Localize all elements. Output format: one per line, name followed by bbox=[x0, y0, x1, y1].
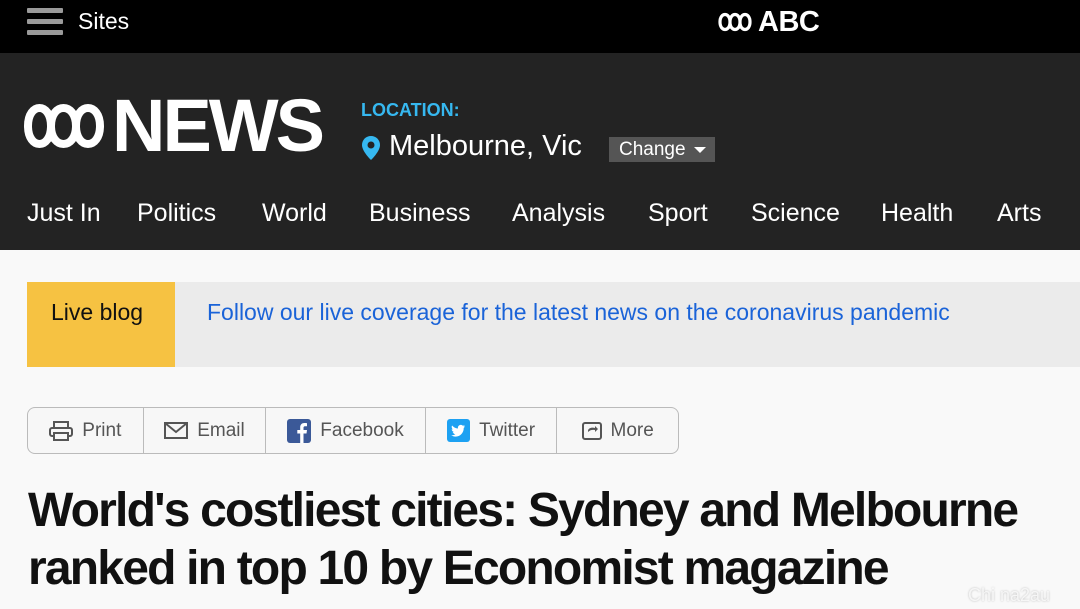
nav-item-analysis[interactable]: Analysis bbox=[512, 199, 605, 228]
more-share-button[interactable]: More bbox=[557, 408, 678, 453]
nav-item-just-in[interactable]: Just In bbox=[27, 199, 101, 228]
location-label: LOCATION: bbox=[361, 100, 460, 120]
watermark-text: Chi na2au bbox=[968, 585, 1051, 605]
main-nav: Just In Politics World Business Analysis… bbox=[0, 199, 1080, 235]
abc-lissajous-large-icon bbox=[24, 104, 104, 148]
abc-news-logo[interactable]: NEWS bbox=[24, 89, 325, 163]
twitter-share-button[interactable]: Twitter bbox=[426, 408, 558, 453]
caret-down-icon bbox=[694, 147, 706, 153]
change-label: Change bbox=[619, 139, 686, 160]
map-pin-icon bbox=[362, 136, 380, 160]
hamburger-icon[interactable] bbox=[27, 8, 63, 36]
location-value: Melbourne, Vic bbox=[389, 130, 582, 162]
nav-item-science[interactable]: Science bbox=[751, 199, 840, 228]
nav-item-sport[interactable]: Sport bbox=[648, 199, 708, 228]
facebook-share-button[interactable]: Facebook bbox=[266, 408, 426, 453]
facebook-label: Facebook bbox=[320, 419, 404, 441]
twitter-label: Twitter bbox=[479, 419, 536, 441]
printer-icon bbox=[49, 420, 74, 441]
abc-top-bar: Sites ABC bbox=[0, 0, 1080, 53]
nav-item-world[interactable]: World bbox=[262, 199, 327, 228]
abc-wordmark: ABC bbox=[758, 5, 820, 38]
nav-item-health[interactable]: Health bbox=[881, 199, 953, 228]
more-label: More bbox=[610, 419, 654, 441]
facebook-icon bbox=[287, 418, 312, 443]
live-blog-banner: Live blog Follow our live coverage for t… bbox=[27, 282, 1080, 367]
share-bar: Print Email Facebook Twitter More bbox=[27, 407, 679, 454]
share-more-icon bbox=[581, 421, 602, 440]
abc-lissajous-icon bbox=[718, 12, 752, 32]
envelope-icon bbox=[164, 422, 189, 439]
news-header: NEWS LOCATION: Melbourne, Vic Change Jus… bbox=[0, 53, 1080, 250]
twitter-icon bbox=[447, 419, 471, 442]
nav-item-business[interactable]: Business bbox=[369, 199, 470, 228]
abc-logo[interactable]: ABC bbox=[718, 5, 820, 38]
email-label: Email bbox=[197, 419, 245, 441]
print-button[interactable]: Print bbox=[28, 408, 144, 453]
email-button[interactable]: Email bbox=[144, 408, 267, 453]
live-coverage-link[interactable]: Follow our live coverage for the latest … bbox=[207, 299, 950, 326]
sites-menu-label[interactable]: Sites bbox=[78, 8, 129, 35]
live-blog-tag: Live blog bbox=[27, 282, 175, 367]
nav-item-arts[interactable]: Arts bbox=[997, 199, 1041, 228]
change-location-button[interactable]: Change bbox=[609, 137, 715, 162]
news-wordmark: NEWS bbox=[112, 84, 325, 167]
print-label: Print bbox=[82, 419, 122, 441]
article-headline: World's costliest cities: Sydney and Mel… bbox=[28, 484, 1019, 595]
nav-item-politics[interactable]: Politics bbox=[137, 199, 216, 228]
